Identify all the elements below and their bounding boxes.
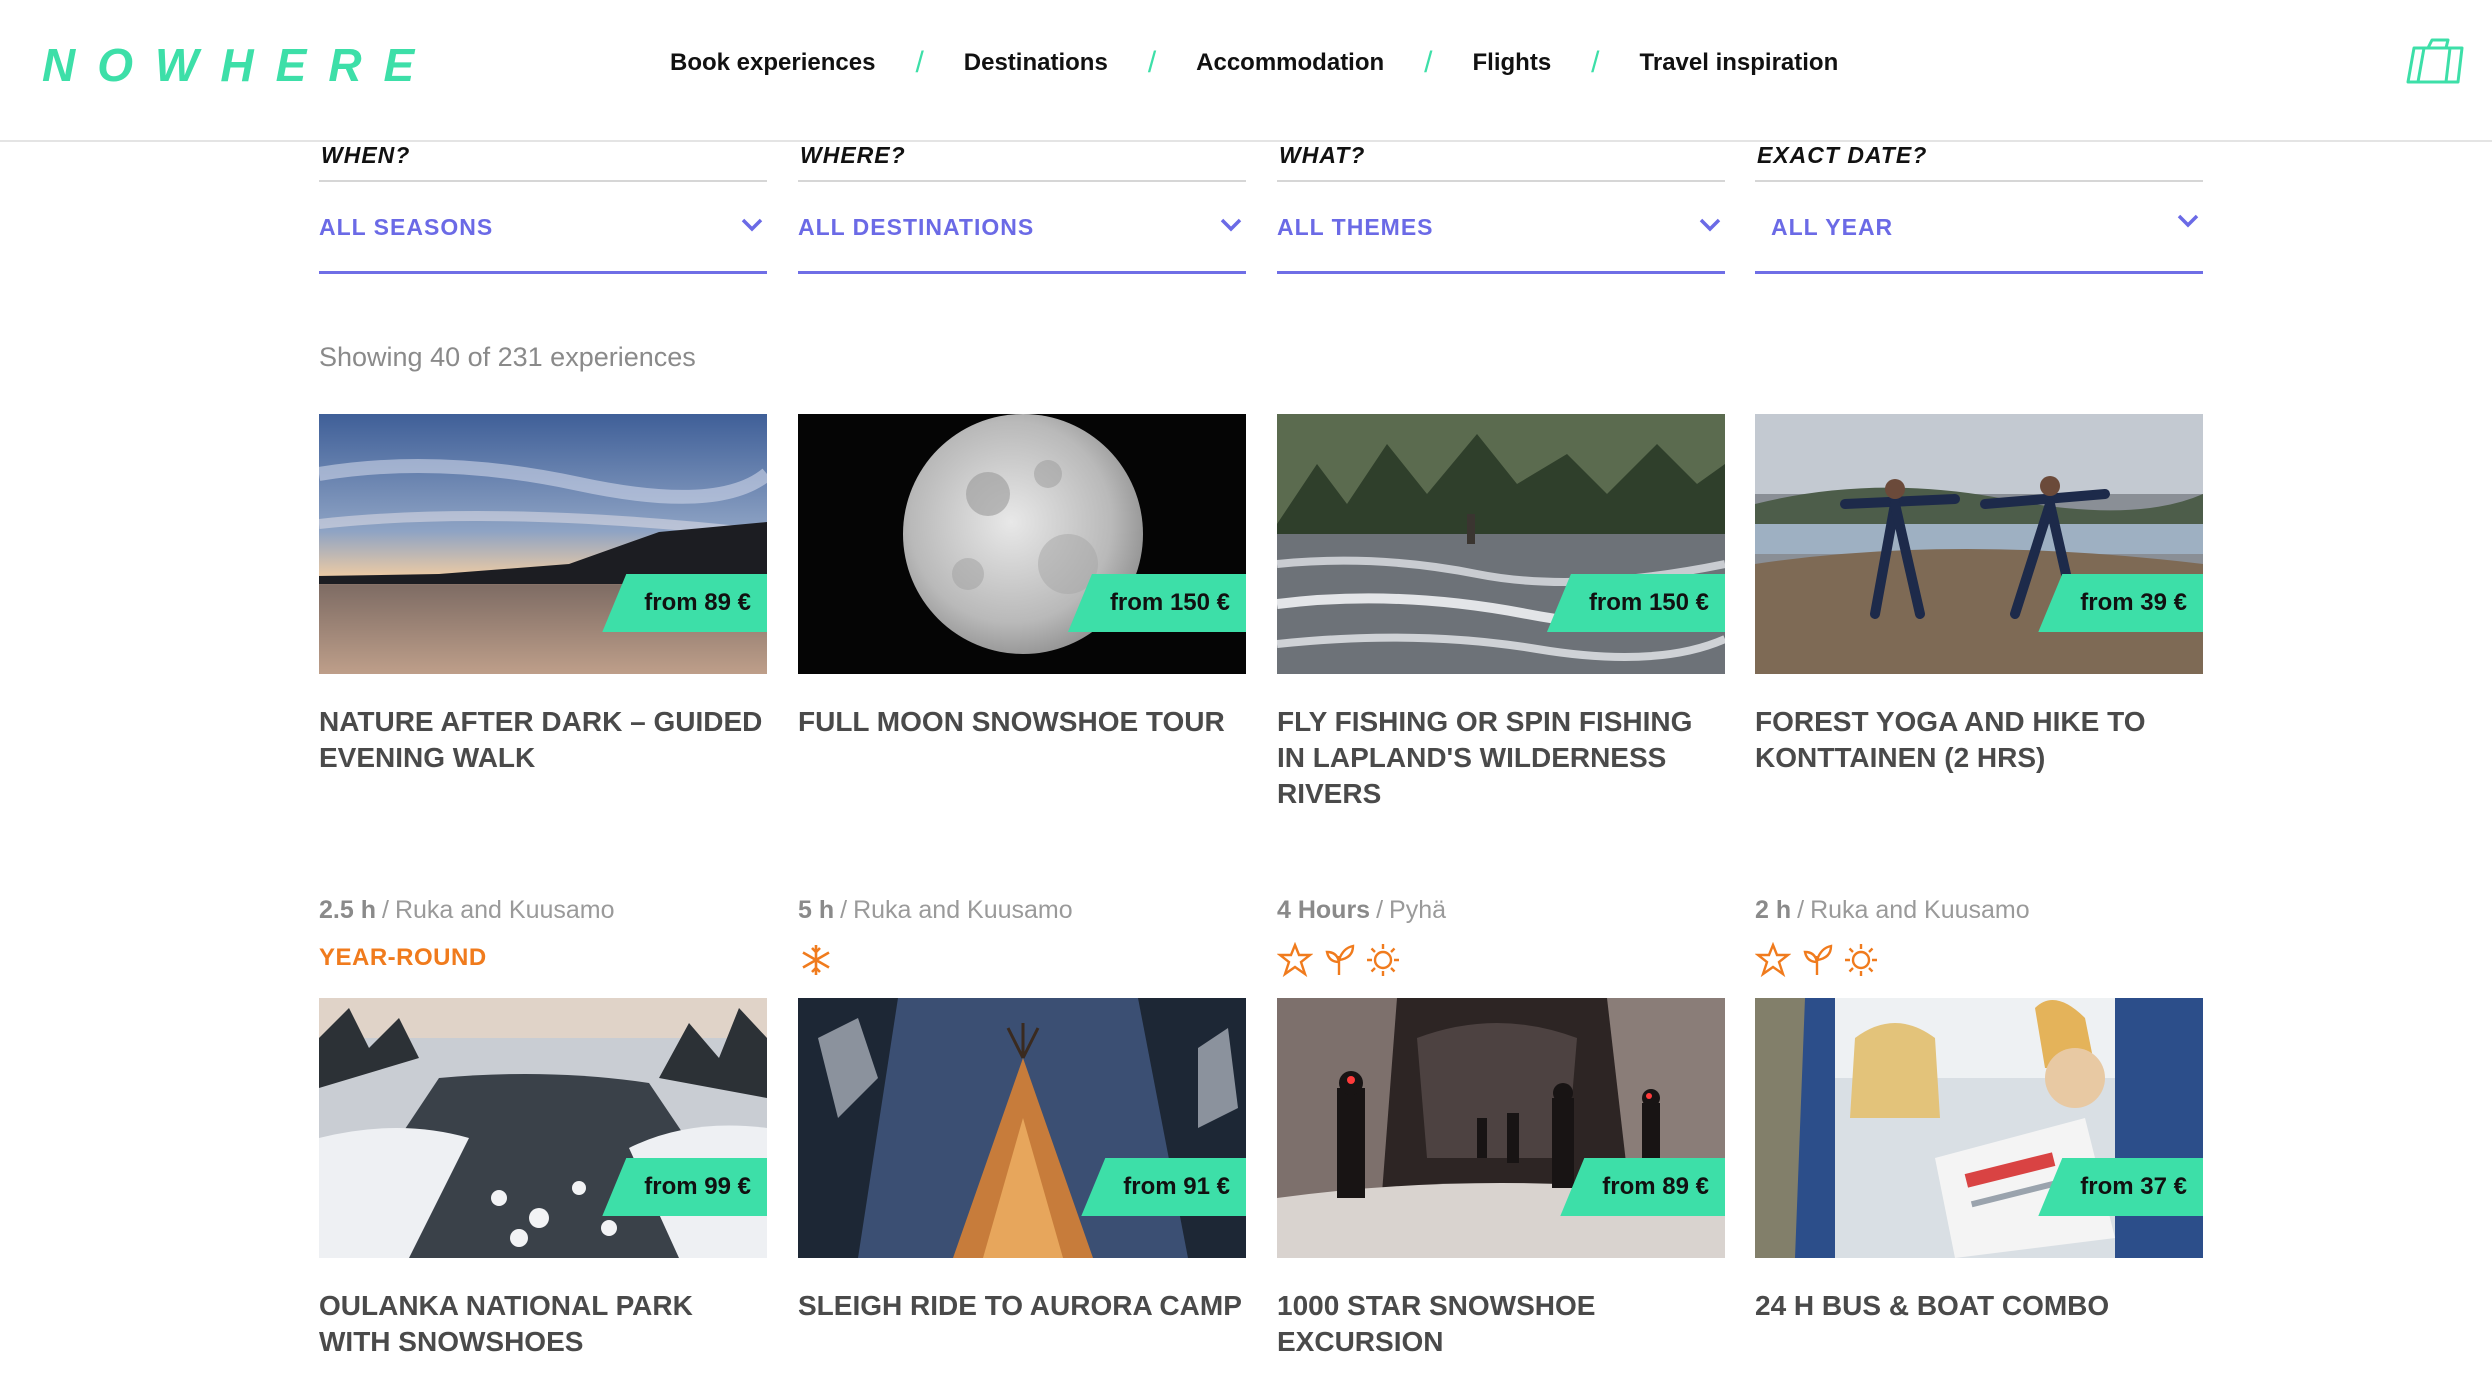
location: Ruka and Kuusamo (394, 896, 615, 924)
card-title[interactable]: FLY FISHING OR SPIN FISHING IN LAPLAND'S… (1277, 704, 1725, 812)
filter-label: WHAT? (1279, 142, 1366, 168)
card-meta: 4 Hours / Pyhä (1277, 896, 1446, 925)
nav-separator: / (1424, 46, 1433, 79)
card-image[interactable]: from 99 € (319, 998, 767, 1258)
nav-separator: / (1591, 46, 1600, 79)
nav-travel-inspiration[interactable]: Travel inspiration (1640, 49, 1839, 77)
card-meta: 2 h / Ruka and Kuusamo (1755, 896, 2030, 925)
duration: 5 h (798, 896, 835, 924)
chevron-down-icon (1220, 218, 1242, 232)
price-badge: from 99 € (602, 1158, 767, 1216)
season-icons (798, 942, 834, 978)
card-image[interactable]: from 150 € (1277, 414, 1725, 674)
main-nav: Book experiences / Destinations / Accomm… (670, 46, 1838, 80)
results-count: Showing 40 of 231 experiences (319, 342, 696, 372)
star-icon (1277, 942, 1313, 978)
nav-flights[interactable]: Flights (1473, 49, 1552, 77)
snowflake-icon (802, 945, 830, 975)
price-badge: from 37 € (2038, 1158, 2203, 1216)
price-badge: from 89 € (1560, 1158, 1725, 1216)
price-badge: from 89 € (602, 574, 767, 632)
price-badge: from 91 € (1081, 1158, 1246, 1216)
price-badge: from 39 € (2038, 574, 2203, 632)
card-image[interactable]: from 89 € (319, 414, 767, 674)
card-title[interactable]: NATURE AFTER DARK – GUIDED EVENING WALK (319, 704, 767, 776)
sun-icon (1845, 944, 1877, 976)
card-image[interactable]: from 89 € (1277, 998, 1725, 1258)
card-image[interactable]: from 37 € (1755, 998, 2203, 1258)
chevron-down-icon (741, 218, 763, 232)
nav-separator: / (1147, 46, 1157, 79)
season-label: YEAR-ROUND (319, 944, 487, 971)
location: Ruka and Kuusamo (853, 896, 1073, 924)
filter-what: WHAT? ALL THEMES (1277, 142, 1725, 274)
location: Pyhä (1389, 896, 1447, 924)
card-title[interactable]: OULANKA NATIONAL PARK WITH SNOWSHOES (319, 1288, 767, 1360)
site-header: NOWHERE Book experiences / Destinations … (0, 0, 2492, 142)
filter-bar: WHEN? ALL SEASONS WHERE? ALL DESTINATION… (319, 142, 2203, 274)
filter-label: EXACT DATE? (1757, 142, 1928, 168)
card-meta: 5 h / Ruka and Kuusamo (798, 896, 1073, 925)
filter-label: WHEN? (321, 142, 411, 168)
card-image[interactable]: from 150 € (798, 414, 1246, 674)
meta-separator: / (381, 896, 389, 924)
filter-when: WHEN? ALL SEASONS (319, 142, 767, 274)
suitcase-icon[interactable] (2404, 36, 2468, 86)
nav-separator: / (915, 46, 924, 79)
card-image[interactable]: from 39 € (1755, 414, 2203, 674)
chevron-down-icon (1699, 218, 1721, 232)
meta-separator: / (840, 896, 848, 924)
filter-exact-date: EXACT DATE? ALL YEAR (1755, 142, 2203, 274)
leaf-icon (1325, 944, 1355, 975)
card-meta: 2.5 h / Ruka and Kuusamo (319, 896, 615, 925)
sun-icon (1367, 944, 1399, 976)
season-icons (1277, 942, 1401, 978)
card-title[interactable]: 24 H BUS & BOAT COMBO (1755, 1288, 2203, 1324)
nav-book-experiences[interactable]: Book experiences (670, 49, 875, 77)
meta-separator: / (1797, 896, 1805, 924)
duration: 4 Hours (1277, 896, 1371, 924)
card-title[interactable]: FULL MOON SNOWSHOE TOUR (798, 704, 1246, 740)
filter-value: ALL SEASONS (319, 214, 494, 240)
filter-value: ALL THEMES (1277, 214, 1434, 240)
filter-value: ALL DESTINATIONS (798, 214, 1035, 240)
filter-label: WHERE? (800, 142, 906, 168)
duration: 2.5 h (319, 896, 376, 924)
filter-where: WHERE? ALL DESTINATIONS (798, 142, 1246, 274)
leaf-icon (1803, 944, 1833, 975)
card-title[interactable]: SLEIGH RIDE TO AURORA CAMP (798, 1288, 1246, 1324)
nav-accommodation[interactable]: Accommodation (1196, 49, 1384, 77)
nav-destinations[interactable]: Destinations (964, 49, 1108, 77)
season-icons (1755, 942, 1879, 978)
location: Ruka and Kuusamo (1810, 896, 2030, 924)
meta-separator: / (1376, 896, 1384, 924)
star-icon (1755, 942, 1791, 978)
duration: 2 h (1755, 896, 1792, 924)
card-title[interactable]: FOREST YOGA AND HIKE TO KONTTAINEN (2 HR… (1755, 704, 2203, 776)
price-badge: from 150 € (1546, 574, 1725, 632)
price-badge: from 150 € (1067, 574, 1246, 632)
card-title[interactable]: 1000 STAR SNOWSHOE EXCURSION (1277, 1288, 1725, 1360)
nowhere-logo[interactable]: NOWHERE (42, 38, 436, 92)
card-image[interactable]: from 91 € (798, 998, 1246, 1258)
chevron-down-icon (2177, 214, 2199, 228)
filter-value: ALL YEAR (1771, 214, 1894, 240)
